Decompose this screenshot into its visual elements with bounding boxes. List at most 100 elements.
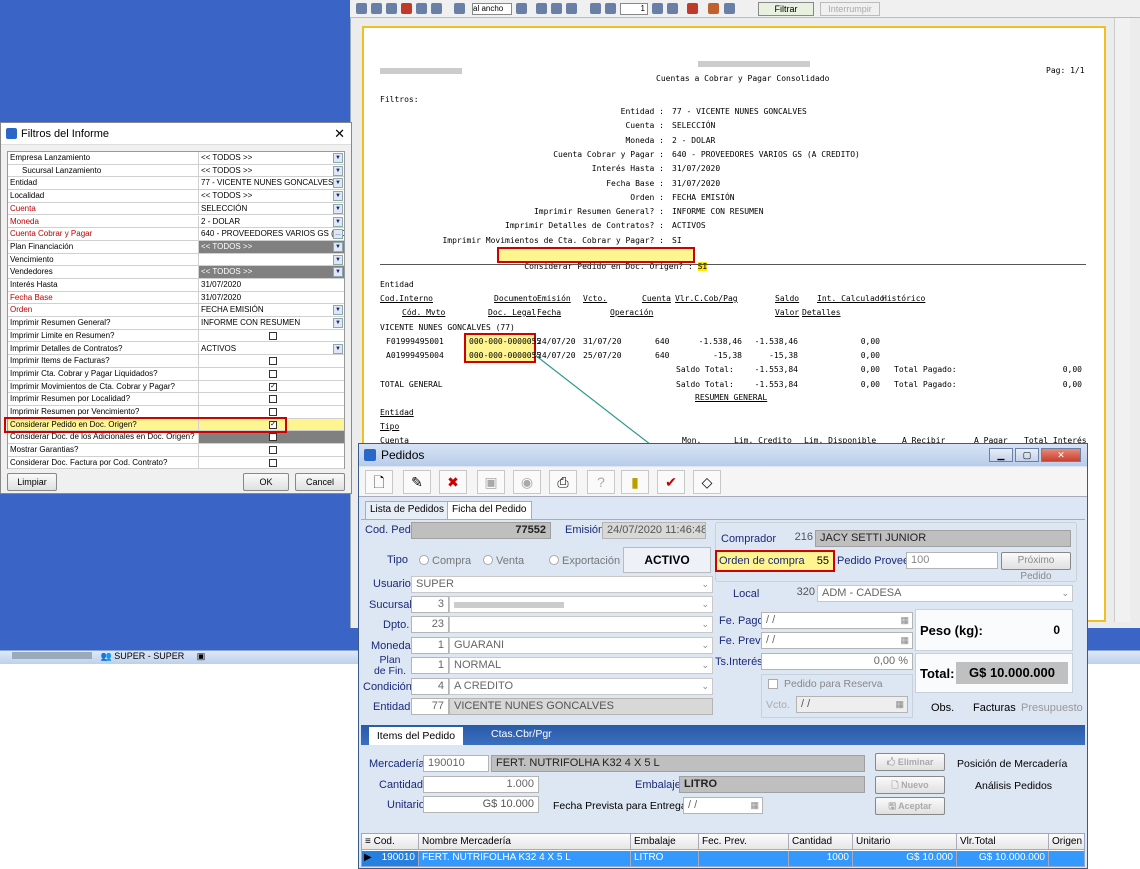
sucursal-label: Sucursal <box>369 599 412 611</box>
maximize-icon[interactable]: ▢ <box>1015 448 1039 462</box>
col-embalaje[interactable]: Embalaje <box>630 834 698 849</box>
moneda-value: GUARANI <box>454 639 505 651</box>
pedido-proveedor-field[interactable]: 100 <box>906 552 998 569</box>
plan-combo[interactable]: NORMAL ⌄ <box>449 657 713 674</box>
table-row[interactable]: ▶ 190010 FERT. NUTRIFOLHA K32 4 X 5 L LIT… <box>362 851 1084 866</box>
moneda-code[interactable]: 1 <box>411 637 449 654</box>
mercaderia-field: FERT. NUTRIFOLHA K32 4 X 5 L <box>491 755 865 772</box>
presupuesto-link[interactable]: Presupuesto <box>1021 702 1083 714</box>
minimize-icon[interactable]: ▁ <box>989 448 1013 462</box>
total-label: Total: <box>920 666 955 681</box>
peso-panel: Peso (kg): 0 <box>915 609 1073 651</box>
sucursal-code[interactable]: 3 <box>411 596 449 613</box>
local-combo[interactable]: ADM - CADESA ⌄ <box>817 585 1073 602</box>
eraser-icon[interactable]: ◇ <box>693 470 721 494</box>
col-fec-prev[interactable]: Fec. Prev. <box>698 834 788 849</box>
embalaje-label: Embalaje <box>635 779 681 791</box>
tab-ctas-cbr-pgr[interactable]: Ctas.Cbr/Pgr <box>491 728 552 740</box>
dpto-combo[interactable]: ⌄ <box>449 616 713 633</box>
unitario-field[interactable]: G$ 10.000 <box>423 796 539 813</box>
condicion-label: Condición <box>363 681 412 693</box>
comprador-label: Comprador <box>721 533 777 545</box>
ts-interes-field[interactable]: 0,00 % <box>761 653 913 670</box>
col-origen[interactable]: Origen <box>1048 834 1084 849</box>
eliminar-button[interactable]: 🖒 Eliminar <box>875 753 945 771</box>
estado-badge: ACTIVO <box>623 547 711 573</box>
usuario-combo[interactable]: SUPER ⌄ <box>411 576 713 593</box>
reserva-checkbox[interactable] <box>768 679 778 689</box>
cantidad-field[interactable]: 1.000 <box>423 776 539 793</box>
printer-icon[interactable]: ⎙ <box>549 470 577 494</box>
facturas-link[interactable]: Facturas <box>973 702 1016 714</box>
edit-doc-icon[interactable]: ✎ <box>403 470 431 494</box>
obs-link[interactable]: Obs. <box>931 702 954 714</box>
tab-ficha-pedido[interactable]: Ficha del Pedido <box>447 501 532 519</box>
chevron-down-icon: ⌄ <box>1061 588 1069 598</box>
fe-prev-field[interactable]: / / ▦ <box>761 632 913 649</box>
col-cod[interactable]: ≡ Cod. <box>362 834 418 849</box>
help-icon: ? <box>587 470 615 494</box>
embalaje-field: LITRO <box>679 776 865 793</box>
col-cantidad[interactable]: Cantidad <box>788 834 852 849</box>
fe-pago-label: Fe. Pago <box>719 615 764 627</box>
col-unitario[interactable]: Unitario <box>852 834 956 849</box>
aceptar-icon: 🖫 <box>888 801 899 811</box>
items-tabbar: Items del Pedido Ctas.Cbr/Pgr <box>361 725 1085 745</box>
cell-cod: ▶ 190010 <box>362 851 418 866</box>
cell-unitario: G$ 10.000 <box>852 851 956 866</box>
local-value: ADM - CADESA <box>822 587 902 599</box>
exit-door-icon[interactable]: ▮ <box>621 470 649 494</box>
tab-lista-pedidos[interactable]: Lista de Pedidos <box>365 501 449 519</box>
tab-items-pedido[interactable]: Items del Pedido <box>369 727 463 745</box>
plan-code[interactable]: 1 <box>411 657 449 674</box>
chevron-down-icon: ⌄ <box>701 619 709 629</box>
peso-value: 0 <box>1053 623 1060 637</box>
grid-menu-icon: ≡ <box>365 836 374 847</box>
calendar-icon[interactable]: ▦ <box>900 613 909 628</box>
dpto-code[interactable]: 23 <box>411 616 449 633</box>
cod-ped-field: 77552 <box>411 522 551 539</box>
grid-header: ≡ Cod. Nombre Mercadería Embalaje Fec. P… <box>362 834 1084 850</box>
cell-nombre: FERT. NUTRIFOLHA K32 4 X 5 L <box>418 851 630 866</box>
mercaderia-code[interactable]: 190010 <box>423 755 489 772</box>
new-doc-icon[interactable]: 🗋 <box>365 470 393 494</box>
tipo-exportacion-radio[interactable]: Exportación <box>549 555 620 567</box>
tipo-venta-radio[interactable]: Venta <box>483 555 524 567</box>
confirm-check-icon[interactable]: ✔ <box>657 470 685 494</box>
condicion-code[interactable]: 4 <box>411 678 449 695</box>
cell-origen <box>1048 851 1084 866</box>
ts-interes-label: Ts.Interés <box>715 656 763 668</box>
fe-pago-field[interactable]: / / ▦ <box>761 612 913 629</box>
eliminar-icon: 🖒 <box>886 757 898 767</box>
chevron-down-icon: ⌄ <box>701 579 709 589</box>
calendar-icon[interactable]: ▦ <box>750 798 759 813</box>
orden-compra-value[interactable]: 55 <box>817 555 829 567</box>
calendar-icon[interactable]: ▦ <box>900 633 909 648</box>
sucursal-combo[interactable]: ⌄ <box>449 596 713 613</box>
usuario-label: Usuario <box>373 578 411 590</box>
col-nombre[interactable]: Nombre Mercadería <box>418 834 630 849</box>
save-disk-icon: ▣ <box>477 470 505 494</box>
reserva-group: Pedido para Reserva Vcto. / / ▦ <box>761 674 913 718</box>
analisis-link[interactable]: Análisis Pedidos <box>975 780 1052 792</box>
tipo-compra-radio[interactable]: Compra <box>419 555 471 567</box>
col-vlr-total[interactable]: Vlr.Total <box>956 834 1048 849</box>
proximo-pedido-button[interactable]: Próximo Pedido <box>1001 552 1071 582</box>
cell-fec-prev <box>698 851 788 866</box>
posicion-link[interactable]: Posición de Mercadería <box>957 758 1067 770</box>
close-window-icon[interactable]: ✕ <box>1041 448 1081 462</box>
nuevo-button[interactable]: 🗋 Nuevo <box>875 776 945 794</box>
emision-label: Emisión <box>565 524 605 536</box>
pedidos-title: Pedidos <box>381 448 425 462</box>
moneda-combo[interactable]: GUARANI ⌄ <box>449 637 713 654</box>
entidad-code[interactable]: 77 <box>411 698 449 715</box>
aceptar-button[interactable]: 🖫 Aceptar <box>875 797 945 815</box>
fecha-prevista-label: Fecha Prevista para Entrega <box>553 800 687 812</box>
vcto-field: / / ▦ <box>796 696 908 713</box>
calendar-icon: ▦ <box>895 699 904 709</box>
usuario-value: SUPER <box>416 578 454 590</box>
condicion-combo[interactable]: A CREDITO ⌄ <box>449 678 713 695</box>
cell-vlr-total: G$ 10.000.000 <box>956 851 1048 866</box>
fecha-prevista-field[interactable]: / / ▦ <box>683 797 763 814</box>
delete-doc-icon[interactable]: ✖ <box>439 470 467 494</box>
